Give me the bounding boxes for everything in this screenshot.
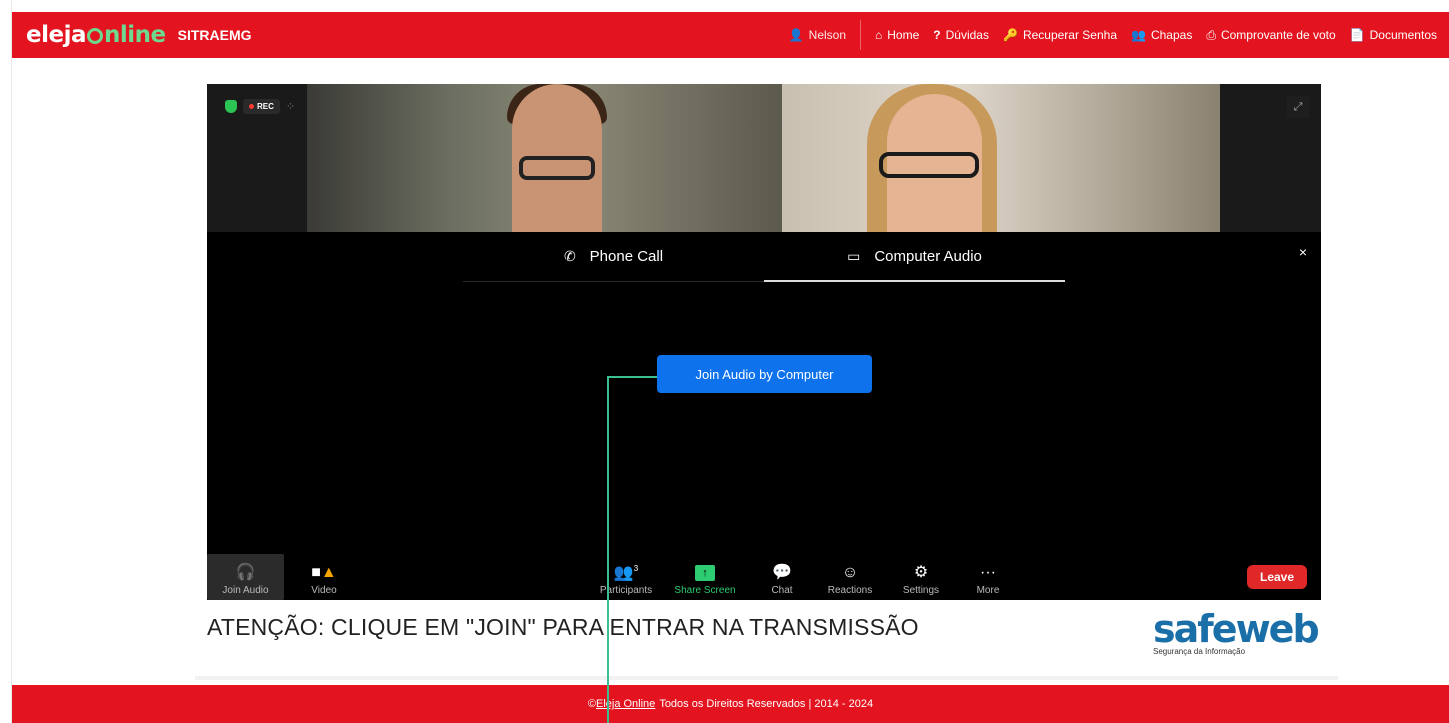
smiley-plus-icon: ☺ [841,564,859,581]
ellipsis-icon: ··· [980,564,996,581]
participant-2-glasses [879,152,979,178]
settings-button[interactable]: ⚙ Settings [895,554,947,600]
join-audio-by-computer-button[interactable]: Join Audio by Computer [657,355,872,393]
check-circle-icon [87,28,103,44]
home-icon: ⌂ [875,28,883,42]
brand[interactable]: eleja nline SITRAEMG [26,22,252,48]
audio-tabs: ✆ Phone Call ▭ Computer Audio [463,232,1065,282]
chat-button[interactable]: 💬 Chat [762,554,802,600]
warning-icon: ▲ [320,564,337,581]
user-name: Nelson [808,28,847,42]
meeting-toolbar: 🎧 Join Audio ■▲ Video 👥3 Participants ↑ … [207,554,1321,600]
annotation-connector-horizontal [607,376,657,378]
safeweb-wordmark: safeweb [1153,607,1320,651]
recording-indicator: REC ⁘ [225,99,295,114]
chat-icon: 💬 [772,564,792,581]
eleja-online-link[interactable]: Eleja Online [596,698,655,710]
footer-text: Todos os Direitos Reservados | 2014 - 20… [659,698,874,710]
key-icon: 🔑 [1002,28,1018,42]
laptop-icon: ▭ [847,247,861,264]
nav-comprovante[interactable]: ⎙ Comprovante de voto [1206,28,1335,43]
join-audio-button[interactable]: 🎧 Join Audio [207,554,284,600]
nav-recuperar-senha[interactable]: 🔑 Recuperar Senha [1003,28,1117,42]
tab-phone-call[interactable]: ✆ Phone Call [463,232,764,282]
organization-name: SITRAEMG [177,27,252,43]
nav-user[interactable]: 👤 Nelson [788,20,862,50]
video-camera-icon: ■▲ [311,564,337,581]
document-icon: 📄 [1349,28,1365,42]
left-strip [0,0,12,723]
copyright-symbol: © [587,698,596,710]
nav-documentos[interactable]: 📄 Documentos [1350,28,1437,42]
leave-button[interactable]: Leave [1247,565,1307,589]
participants-count: 3 [633,563,639,573]
footer: © Eleja Online Todos os Direitos Reserva… [12,685,1449,723]
users-icon: 👥 [1131,28,1146,42]
participants-icon: 👥3 [613,563,639,581]
participant-video-2[interactable] [782,84,1220,232]
phone-icon: ✆ [563,248,576,264]
video-strip: REC ⁘ ⤢ [207,84,1321,232]
participants-button[interactable]: 👥3 Participants [595,554,657,600]
user-icon: 👤 [788,28,804,42]
content-divider [195,676,1338,680]
print-icon: ⎙ [1206,27,1216,42]
tab-computer-audio[interactable]: ▭ Computer Audio [764,232,1065,282]
close-icon[interactable]: × [1299,244,1307,260]
nav-chapas[interactable]: 👥 Chapas [1131,28,1192,42]
share-screen-button[interactable]: ↑ Share Screen [672,554,738,600]
rec-badge: REC [243,99,280,114]
headphones-icon: 🎧 [235,564,256,581]
nav-duvidas[interactable]: ? Dúvidas [933,28,989,42]
zoom-meeting: REC ⁘ ⤢ ✆ Phone Call ▭ Computer Audio × … [207,84,1321,600]
attention-message: ATENÇÃO: CLIQUE EM "JOIN" PARA ENTRAR NA… [207,614,919,640]
video-button[interactable]: ■▲ Video [299,554,349,600]
elejaonline-logo[interactable]: eleja nline [26,22,166,48]
question-icon: ? [933,28,941,42]
shield-icon [225,100,237,113]
more-button[interactable]: ··· More [967,554,1009,600]
fullscreen-icon[interactable]: ⤢ [1287,96,1309,118]
reactions-button[interactable]: ☺ Reactions [819,554,881,600]
annotation-connector-vertical [607,376,609,723]
rec-dot-icon [249,104,254,109]
main-nav: 👤 Nelson ⌂ Home ? Dúvidas 🔑 Recuperar Se… [789,12,1437,58]
share-screen-icon: ↑ [695,565,715,581]
gallery-view-icon[interactable]: ⁘ [286,100,295,113]
gear-icon: ⚙ [913,564,929,581]
nav-home[interactable]: ⌂ Home [875,28,919,42]
top-navbar: eleja nline SITRAEMG 👤 Nelson ⌂ Home ? D… [12,12,1449,58]
participant-1-glasses [519,156,595,180]
safeweb-logo: safeweb Segurança da Informação [1153,610,1323,660]
app-root: eleja nline SITRAEMG 👤 Nelson ⌂ Home ? D… [0,0,1449,723]
